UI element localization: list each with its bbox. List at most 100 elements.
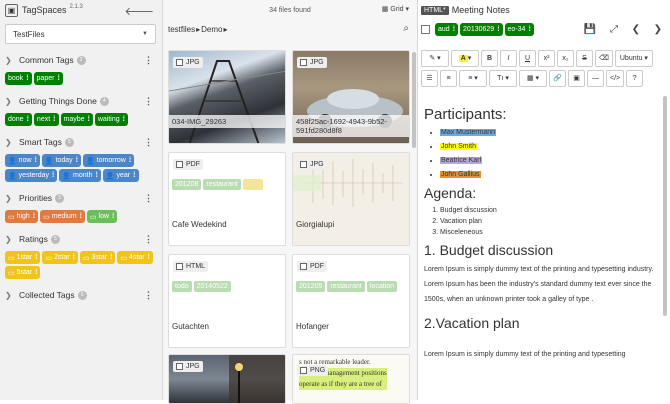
strikethrough-button[interactable]: S	[576, 49, 593, 67]
highlight-button[interactable]: A ▾	[451, 49, 479, 67]
tag-button[interactable]: next ⁞	[33, 113, 59, 126]
numbered-list-icon[interactable]: ≡	[440, 69, 457, 87]
menu-icon[interactable]: ⋮	[144, 96, 153, 107]
chevron-right-icon[interactable]: ❯	[5, 235, 19, 244]
select-checkbox[interactable]	[176, 363, 183, 370]
breadcrumb-item-demo[interactable]: Demo	[201, 25, 222, 34]
tag-button[interactable]: done ⁞	[5, 113, 32, 126]
font-select[interactable]: Ubuntu ▾	[614, 49, 653, 67]
style-button[interactable]: ✎ ▾	[421, 49, 449, 67]
scrollbar[interactable]	[412, 52, 416, 148]
tag-button[interactable]: book ⁞	[5, 72, 32, 85]
chevron-right-icon[interactable]: ❯	[5, 56, 19, 65]
tag-button[interactable]: ▭ medium ⁞	[40, 210, 85, 223]
link-icon[interactable]: 🔗	[549, 69, 566, 87]
tag-button[interactable]: 👤 today ⁞	[41, 154, 81, 167]
prev-icon[interactable]: ❮	[632, 24, 640, 35]
menu-icon[interactable]: ⋮	[144, 193, 153, 204]
file-card[interactable]: JPG 458f25ac-1692-4943-9b52-591fd280d8f8	[292, 50, 410, 144]
chevron-right-icon[interactable]: ❯	[5, 97, 19, 106]
breadcrumb-item-testfiles[interactable]: testfiles	[168, 25, 195, 34]
chevron-right-icon[interactable]: ❯	[5, 138, 19, 147]
document-content[interactable]: Participants: Max Mustermann John Smith …	[424, 96, 656, 400]
tag-button[interactable]: 👤 tomorrow ⁞	[83, 154, 135, 167]
tag-button[interactable]: ▭ 3star ⁞	[79, 251, 116, 264]
file-card[interactable]: HTML todo 20140522 Gutachten	[168, 254, 286, 348]
view-mode-button[interactable]: ▦ Grid ▾	[382, 5, 409, 13]
tag-button[interactable]: 👤 yesterday ⁞	[5, 169, 58, 182]
tag-button[interactable]: paper ⁞	[33, 72, 63, 85]
tag-button[interactable]: 👤 year ⁞	[102, 169, 139, 182]
tag-button[interactable]: 👤 month ⁞	[59, 169, 101, 182]
scrollbar[interactable]	[663, 96, 667, 316]
eraser-icon[interactable]: ⌫	[595, 49, 613, 67]
subscript-button[interactable]: x₂	[557, 49, 574, 67]
search-icon[interactable]: ⌕	[403, 23, 409, 34]
file-card[interactable]: PDF 201208 restaurant Cafe Wedekind	[168, 152, 286, 246]
tag-group-header[interactable]: ❯ Ratings 5 ⋮	[5, 231, 157, 247]
bold-button[interactable]: B	[481, 49, 498, 67]
save-icon[interactable]: 💾	[584, 24, 596, 35]
hr-icon[interactable]: —	[587, 69, 604, 87]
chevron-right-icon[interactable]: ❯	[5, 291, 19, 300]
file-tag-date[interactable]: 20130629 ⁞	[460, 23, 503, 36]
tag-button[interactable]: waiting ⁞	[94, 113, 128, 126]
file-tag[interactable]: todo	[172, 281, 192, 292]
select-checkbox[interactable]	[176, 263, 183, 270]
help-icon[interactable]: ?	[626, 69, 644, 87]
table-button[interactable]: ▦ ▾	[519, 69, 547, 87]
select-checkbox[interactable]	[300, 161, 307, 168]
tag-group-header[interactable]: ❯ Getting Things Done 4 ⋮	[5, 93, 157, 109]
file-tag-aud[interactable]: aud ⁞	[435, 23, 459, 36]
chevron-right-icon[interactable]: ❯	[5, 194, 19, 203]
tag-button[interactable]: ▭ 5star ⁞	[5, 266, 41, 279]
select-checkbox[interactable]	[176, 59, 183, 66]
tag-group-header[interactable]: ❯ Smart Tags 5 ⋮	[5, 134, 157, 150]
file-tag[interactable]	[242, 179, 263, 190]
file-card[interactable]: JPG Giorgialupi	[292, 152, 410, 246]
tag-group-header[interactable]: ❯ Collected Tags 0 ⋮	[5, 287, 157, 303]
file-card[interactable]: JPG 034-IMG_29263	[168, 50, 286, 144]
italic-button[interactable]: I	[500, 49, 517, 67]
select-checkbox[interactable]	[300, 367, 307, 374]
image-icon[interactable]: ▣	[568, 69, 585, 87]
tag-button[interactable]: ▭ low ⁞	[86, 210, 118, 223]
select-checkbox[interactable]	[300, 59, 307, 66]
file-card[interactable]: JPG	[168, 354, 286, 404]
tag-button[interactable]: ▭ 4star ⁞	[117, 251, 153, 264]
menu-icon[interactable]: ⋮	[144, 55, 153, 66]
back-arrow-icon[interactable]: 🡐	[125, 4, 155, 18]
menu-icon[interactable]: ⋮	[144, 234, 153, 245]
menu-icon[interactable]: ⋮	[144, 137, 153, 148]
select-checkbox[interactable]	[176, 161, 183, 168]
tag-button[interactable]: maybe ⁞	[60, 113, 93, 126]
align-button[interactable]: ≡ ▾	[459, 69, 487, 87]
tag-button[interactable]: ▭ 2star ⁞	[42, 251, 78, 264]
location-select[interactable]: TestFiles ▼	[5, 24, 156, 44]
file-tag[interactable]: 201205	[296, 281, 326, 292]
underline-button[interactable]: U	[519, 49, 536, 67]
file-tag-eo[interactable]: eo-34 ⁞	[504, 23, 534, 36]
file-tag[interactable]: restaurant	[327, 281, 365, 292]
expand-icon[interactable]: ⤢	[610, 24, 618, 35]
file-type-badge[interactable]: HTML*	[421, 5, 449, 15]
select-checkbox[interactable]	[421, 25, 430, 34]
file-tag[interactable]: 20140522	[193, 281, 231, 292]
select-checkbox[interactable]	[300, 263, 307, 270]
file-tag[interactable]: location	[366, 281, 398, 292]
next-icon[interactable]: ❯	[654, 24, 662, 35]
tag-group-header[interactable]: ❯ Priorities 3 ⋮	[5, 190, 157, 206]
file-card[interactable]: s not a remarkable leader. Some in manag…	[292, 354, 410, 404]
menu-icon[interactable]: ⋮	[144, 290, 153, 301]
text-size-button[interactable]: Tı ▾	[489, 69, 517, 87]
file-card[interactable]: PDF 201205 restaurant location Hofanger	[292, 254, 410, 348]
code-icon[interactable]: </>	[606, 69, 625, 87]
tag-button[interactable]: ▭ high ⁞	[5, 210, 39, 223]
tag-button[interactable]: ▭ 1star ⁞	[5, 251, 41, 264]
tag-group-header[interactable]: ❯ Common Tags 2 ⋮	[5, 52, 157, 68]
file-tag[interactable]: restaurant	[203, 179, 241, 190]
bullet-list-icon[interactable]: ☰	[421, 69, 438, 87]
tag-button[interactable]: 👤 now ⁞	[5, 154, 40, 167]
file-tag[interactable]: 201208	[172, 179, 202, 190]
superscript-button[interactable]: x²	[538, 49, 555, 67]
